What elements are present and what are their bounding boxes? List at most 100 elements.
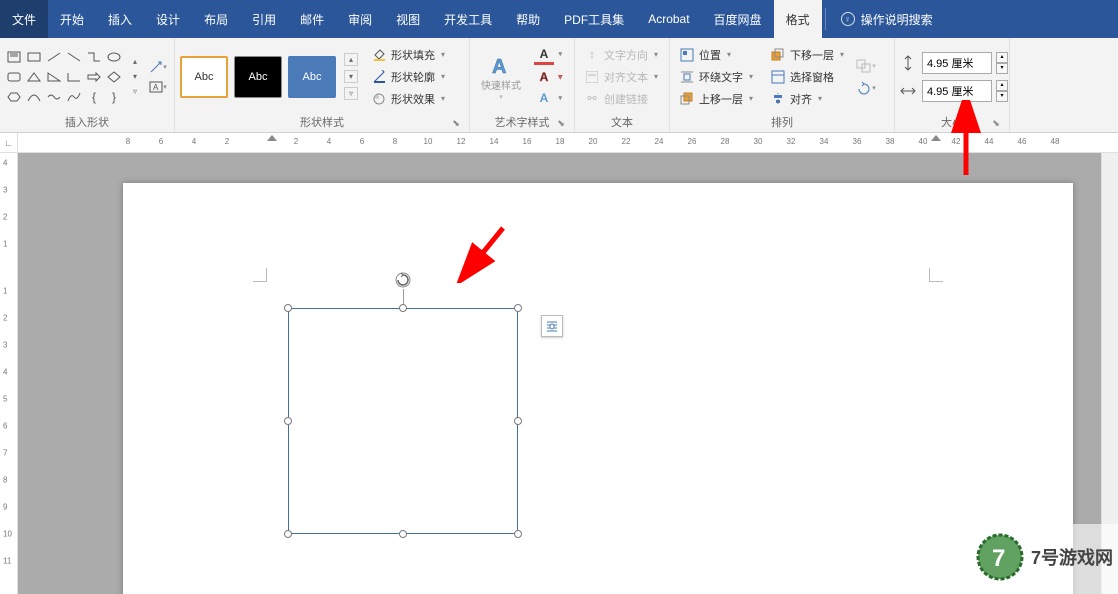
shape-fill-button[interactable]: 形状填充▾ (367, 45, 449, 65)
text-outline-button[interactable]: A▾ (534, 68, 554, 86)
shape-line-icon[interactable] (45, 48, 63, 66)
ruler-tick: 46 (1018, 137, 1027, 146)
shapes-gallery[interactable]: { } (5, 48, 123, 106)
selection-pane-icon (770, 70, 786, 84)
style-preset-2[interactable]: Abc (234, 56, 282, 98)
shape-roundrect-icon[interactable] (5, 68, 23, 86)
resize-handle-bm[interactable] (399, 530, 407, 538)
bucket-icon (371, 48, 387, 62)
bring-forward-button[interactable]: 上移一层▾ (675, 89, 757, 109)
quick-styles-button[interactable]: A 快速样式 ▾ (475, 49, 527, 105)
resize-handle-mr[interactable] (514, 417, 522, 425)
menu-developer[interactable]: 开发工具 (432, 0, 504, 38)
ruler-tick: 38 (886, 137, 895, 146)
ruler-tick: 18 (556, 137, 565, 146)
resize-handle-bl[interactable] (284, 530, 292, 538)
align-text-button[interactable]: 对齐文本▾ (580, 67, 662, 87)
resize-handle-tm[interactable] (399, 304, 407, 312)
shape-effects-button[interactable]: 形状效果▾ (367, 89, 449, 109)
menu-acrobat[interactable]: Acrobat (636, 0, 701, 38)
shape-oval-icon[interactable] (105, 48, 123, 66)
wrap-icon (679, 70, 695, 84)
menu-format[interactable]: 格式 (774, 0, 822, 38)
rotate-handle[interactable] (394, 271, 412, 289)
shape-line2-icon[interactable] (65, 48, 83, 66)
menu-mailings[interactable]: 邮件 (288, 0, 336, 38)
style-preset-1[interactable]: Abc (180, 56, 228, 98)
left-indent-marker[interactable] (267, 135, 277, 141)
menu-design[interactable]: 设计 (144, 0, 192, 38)
shape-elbow-icon[interactable] (65, 68, 83, 86)
style-preset-3[interactable]: Abc (288, 56, 336, 98)
selection-pane-button[interactable]: 选择窗格 (766, 67, 848, 87)
text-direction-button[interactable]: ↕ 文字方向▾ (580, 45, 662, 65)
shape-lbrace-icon[interactable]: { (85, 88, 103, 106)
ruler-tab-selector[interactable]: ∟ (0, 133, 18, 153)
ruler-tick: 34 (820, 137, 829, 146)
position-button[interactable]: 位置▾ (675, 45, 757, 65)
menu-references[interactable]: 引用 (240, 0, 288, 38)
shape-connector-icon[interactable] (85, 48, 103, 66)
text-effects-button[interactable]: A▾ (534, 89, 554, 107)
shape-textbox-icon[interactable] (5, 48, 23, 66)
height-spinner[interactable]: ▴▾ (996, 52, 1008, 74)
wordart-launcher[interactable]: ⬊ (555, 118, 567, 130)
menu-layout[interactable]: 布局 (192, 0, 240, 38)
watermark-logo-overlay: 7 7号游戏网 (953, 524, 1118, 594)
shape-wave-icon[interactable] (45, 88, 63, 106)
document-area[interactable]: Baidu jingyan 7 7号游戏网 (18, 153, 1118, 594)
right-indent-marker[interactable] (931, 135, 941, 141)
ruler-tick: 48 (1051, 137, 1060, 146)
menu-pdf-tools[interactable]: PDF工具集 (552, 0, 636, 38)
ruler-tick: 9 (3, 503, 7, 512)
width-input[interactable]: 4.95 厘米 (922, 80, 992, 102)
height-input[interactable]: 4.95 厘米 (922, 52, 992, 74)
menu-review[interactable]: 审阅 (336, 0, 384, 38)
shape-outline-button[interactable]: 形状轮廓▾ (367, 67, 449, 87)
menu-baidu-netdisk[interactable]: 百度网盘 (702, 0, 774, 38)
ruler-tick: 4 (3, 159, 7, 168)
shape-hexagon-icon[interactable] (5, 88, 23, 106)
document-page[interactable]: Baidu jingyan (123, 183, 1073, 594)
menu-file[interactable]: 文件 (0, 0, 48, 38)
create-link-button[interactable]: ⚯ 创建链接 (580, 89, 662, 109)
send-backward-button[interactable]: 下移一层▾ (766, 45, 848, 65)
menu-insert[interactable]: 插入 (96, 0, 144, 38)
text-box-button[interactable]: A▾ (147, 77, 169, 97)
shape-arc-icon[interactable] (25, 88, 43, 106)
menu-view[interactable]: 视图 (384, 0, 432, 38)
rotate-button[interactable]: ▾ (855, 78, 877, 98)
ruler-tick: 1 (3, 240, 7, 249)
selected-rectangle-shape[interactable] (288, 308, 518, 534)
resize-handle-ml[interactable] (284, 417, 292, 425)
shape-rect-icon[interactable] (25, 48, 43, 66)
tell-me-search[interactable]: ♀ 操作说明搜索 (829, 0, 945, 38)
shapes-gallery-more[interactable]: ▴▾▿ (128, 57, 142, 96)
svg-text:A: A (492, 56, 506, 78)
resize-handle-br[interactable] (514, 530, 522, 538)
layout-options-button[interactable] (541, 315, 563, 337)
styles-gallery-nav[interactable]: ▴▾▿ (344, 53, 358, 100)
ruler-tick: 26 (688, 137, 697, 146)
wrap-text-button[interactable]: 环绕文字▾ (675, 67, 757, 87)
shape-rtriangle-icon[interactable] (45, 68, 63, 86)
shape-curve-icon[interactable] (65, 88, 83, 106)
align-button[interactable]: 对齐▾ (766, 89, 848, 109)
ribbon-group-arrange: 位置▾ 环绕文字▾ 上移一层▾ 下移一层▾ 选择窗格 (670, 38, 895, 132)
width-spinner[interactable]: ▴▾ (996, 80, 1008, 102)
resize-handle-tr[interactable] (514, 304, 522, 312)
vertical-ruler[interactable]: 43211234567891011 (0, 153, 18, 594)
text-fill-button[interactable]: A▾ (534, 47, 554, 65)
ruler-tick: 8 (126, 137, 130, 146)
resize-handle-tl[interactable] (284, 304, 292, 312)
size-launcher[interactable]: ⬊ (990, 118, 1002, 130)
shape-styles-launcher[interactable]: ⬊ (450, 118, 462, 130)
shape-rbrace-icon[interactable]: } (105, 88, 123, 106)
shape-triangle-icon[interactable] (25, 68, 43, 86)
group-button[interactable]: ▾ (855, 56, 877, 76)
menu-help[interactable]: 帮助 (504, 0, 552, 38)
edit-shape-button[interactable]: ▾ (147, 57, 169, 77)
shape-diamond-icon[interactable] (105, 68, 123, 86)
shape-arrow-icon[interactable] (85, 68, 103, 86)
menu-home[interactable]: 开始 (48, 0, 96, 38)
